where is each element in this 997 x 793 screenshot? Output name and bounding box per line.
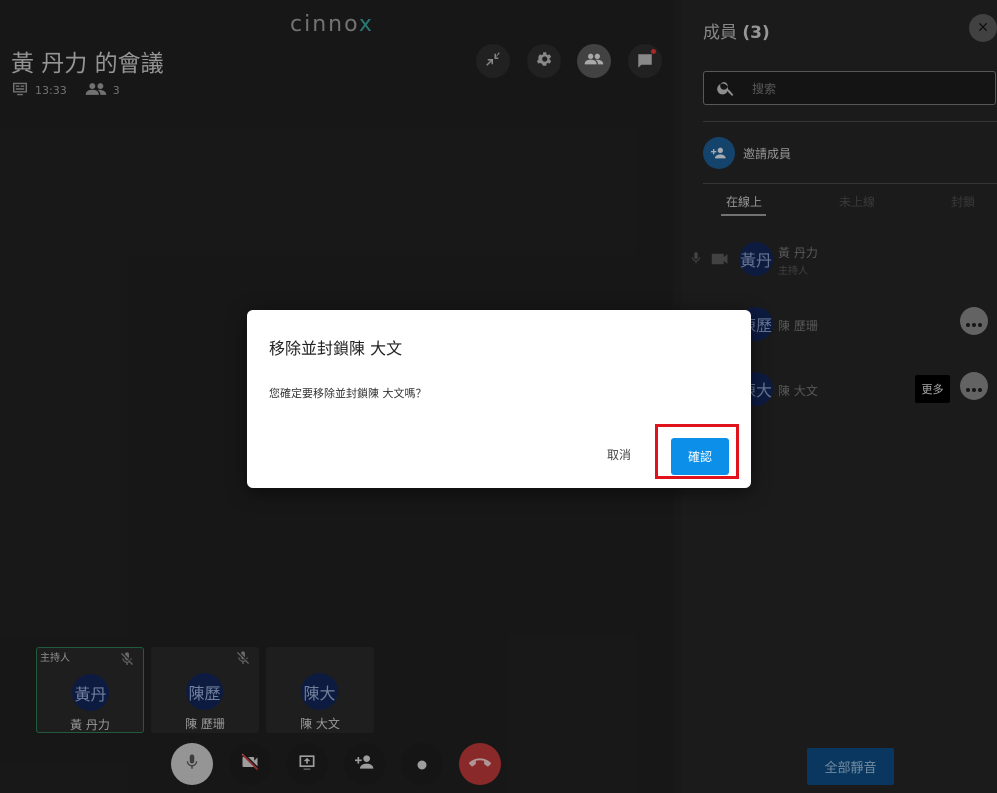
dialog-title: 移除並封鎖陳 大文 [269, 339, 403, 358]
remove-block-dialog: 移除並封鎖陳 大文 您確定要移除並封鎖陳 大文嗎？ 取消 確認 [247, 310, 751, 488]
cancel-button[interactable]: 取消 [607, 446, 631, 463]
dialog-message: 您確定要移除並封鎖陳 大文嗎？ [269, 387, 427, 400]
highlight-box [655, 424, 739, 479]
